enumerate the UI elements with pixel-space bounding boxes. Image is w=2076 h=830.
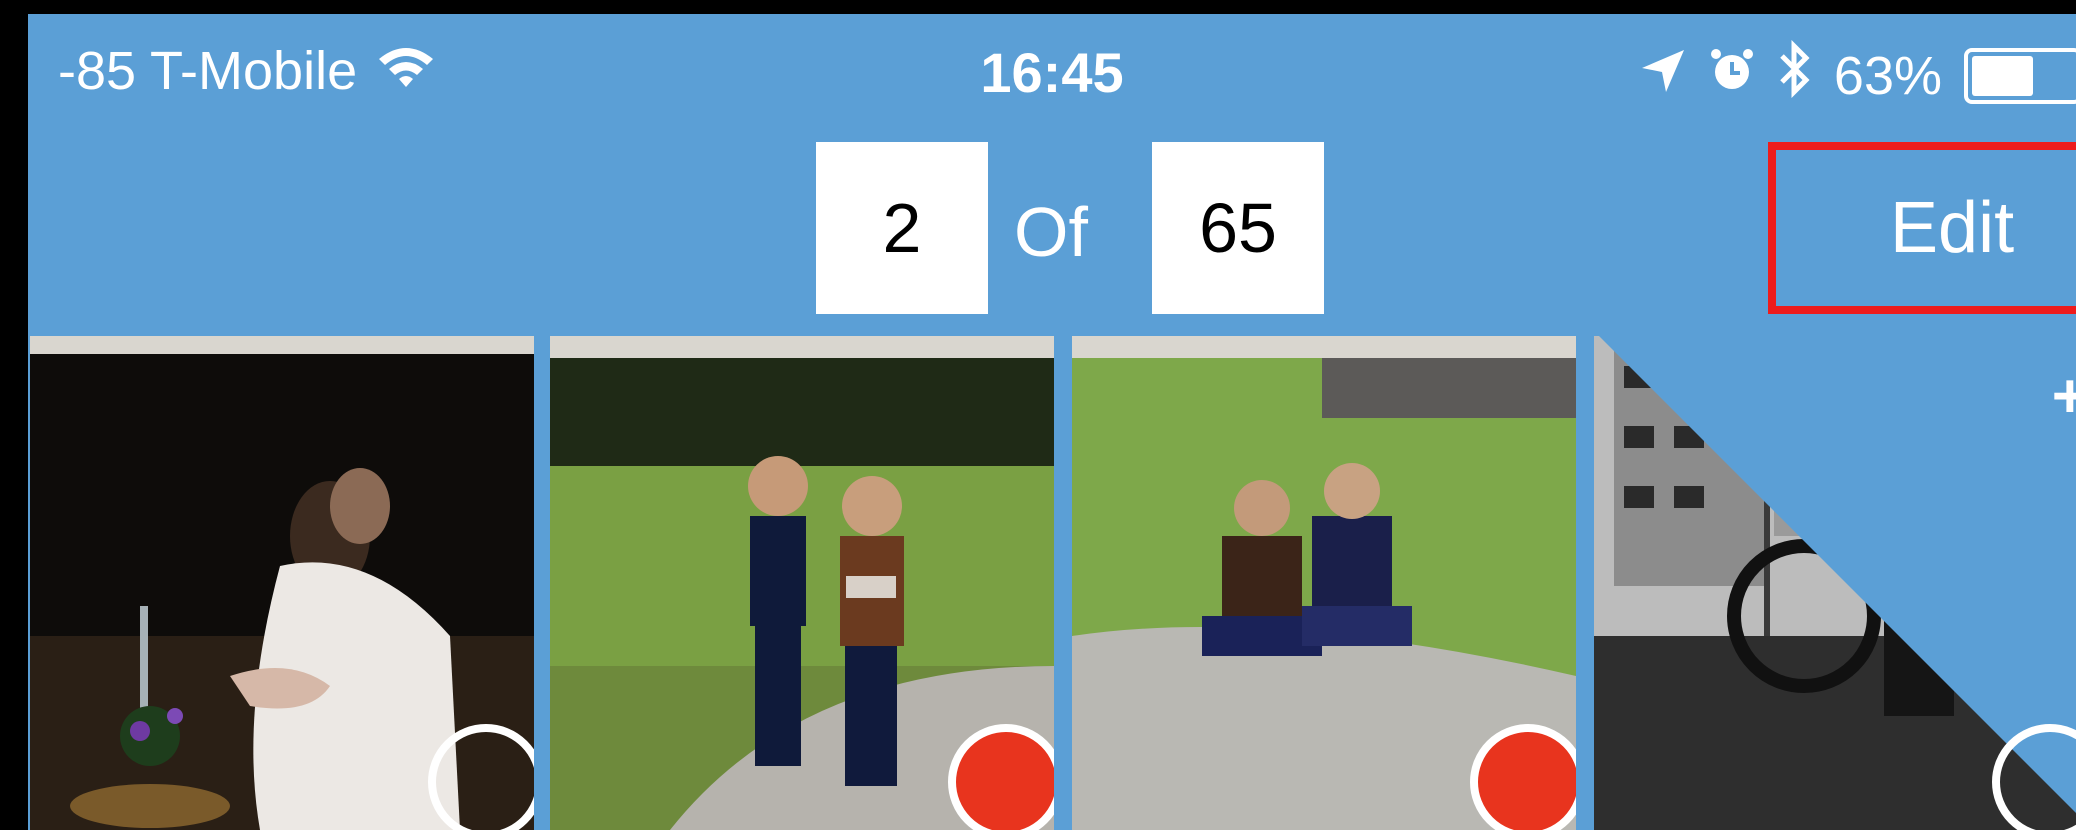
battery-percent: 63% xyxy=(1833,45,1942,106)
edit-button[interactable]: Edit xyxy=(1768,142,2076,314)
photo-two-kids-standing[interactable] xyxy=(550,336,1054,830)
app-screen: -85 T-Mobile 16:45 63% 2 Of 65 Edit + xyxy=(28,14,2076,830)
total-photo-count: 65 xyxy=(1152,142,1324,314)
alarm-icon xyxy=(1708,45,1756,107)
photo-two-kids-sitting[interactable] xyxy=(1072,336,1576,830)
add-photo-button[interactable]: + xyxy=(2052,366,2076,428)
photo-child-with-flowers[interactable] xyxy=(30,336,534,830)
status-bar: -85 T-Mobile 16:45 63% xyxy=(28,14,2076,128)
location-arrow-icon xyxy=(1640,45,1686,107)
photo-woman-with-carts-bw[interactable]: + xyxy=(1594,336,2076,830)
status-right-group: 63% xyxy=(1640,39,2076,111)
battery-fill xyxy=(1972,55,2034,96)
bluetooth-icon xyxy=(1778,39,1812,111)
current-photo-index[interactable]: 2 xyxy=(816,142,988,314)
of-label: Of xyxy=(1014,193,1088,271)
photo-strip[interactable]: + xyxy=(28,336,2076,830)
battery-icon xyxy=(1964,47,2076,104)
